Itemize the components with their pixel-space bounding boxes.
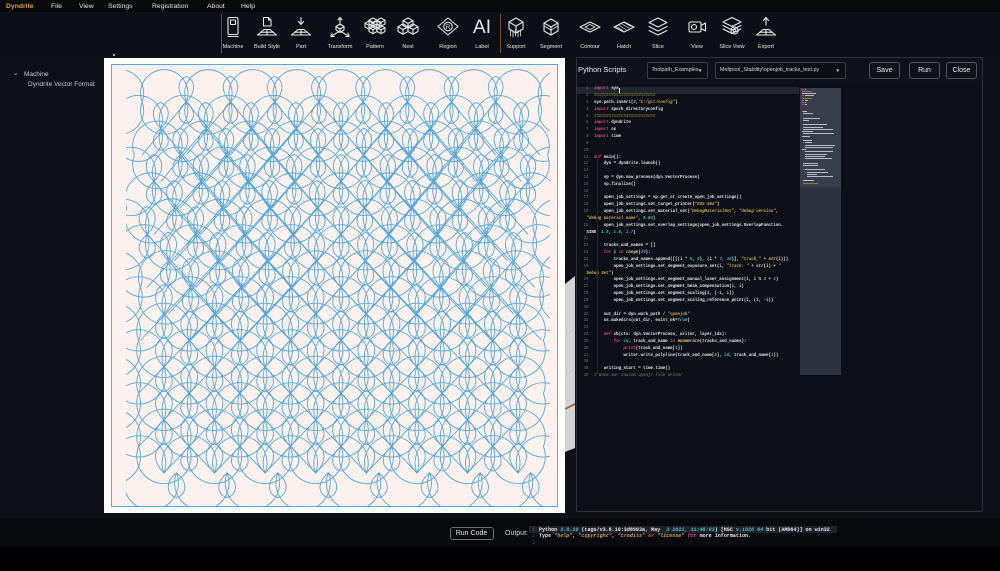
svg-text:R: R xyxy=(446,24,451,31)
svg-text:AI: AI xyxy=(473,17,491,38)
